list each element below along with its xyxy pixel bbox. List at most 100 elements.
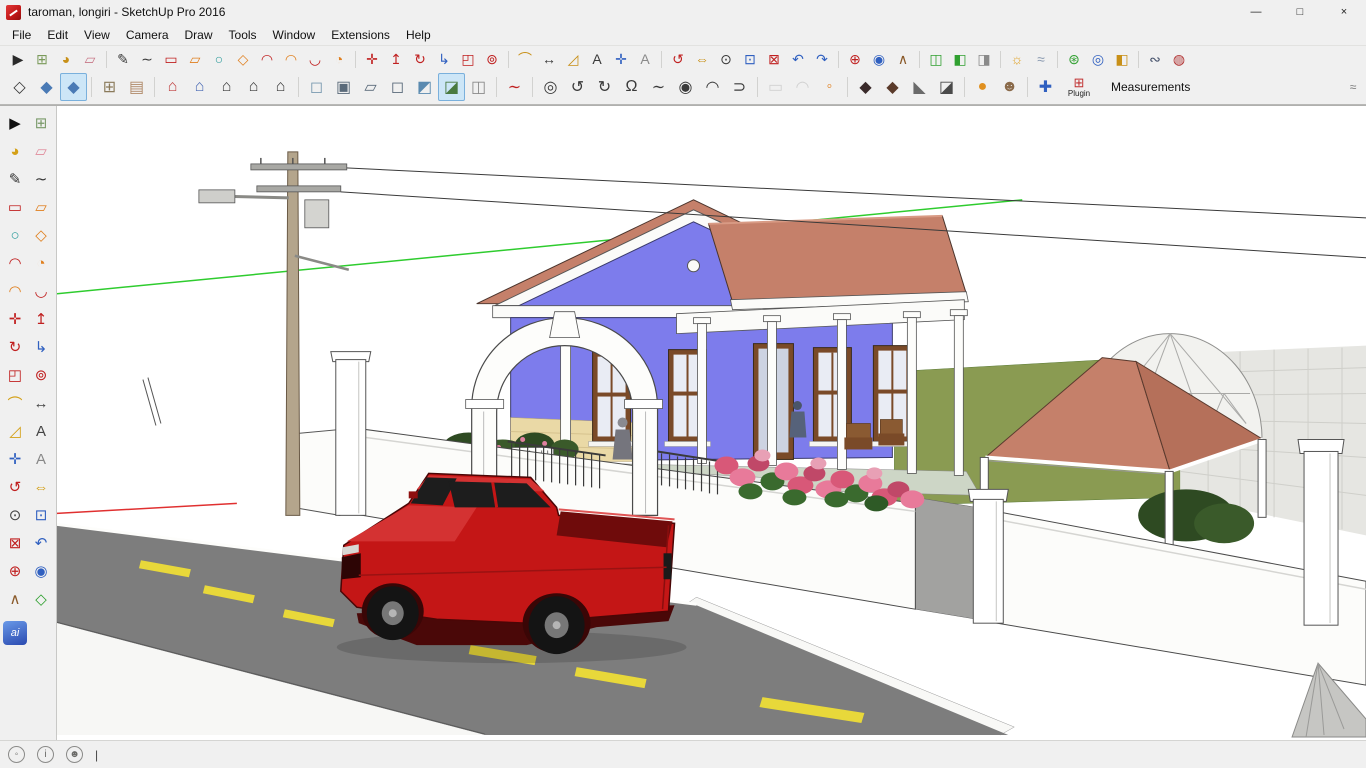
make-component-icon[interactable]: ⊞ — [28, 109, 54, 137]
three-point-arc-icon[interactable]: ◡ — [303, 47, 327, 72]
measurements-flyout-icon[interactable]: ≈ — [1344, 75, 1362, 99]
right-view-icon[interactable]: ⌂ — [240, 73, 267, 101]
pyramid-tool-icon[interactable]: ◣ — [906, 73, 933, 101]
rectangle-tool-icon[interactable]: ▭ — [2, 193, 28, 221]
component-stack-icon[interactable]: ⊞ — [96, 73, 123, 101]
dimension-tool-icon[interactable]: ↔ — [537, 47, 561, 72]
scale-tool-icon[interactable]: ◰ — [2, 361, 28, 389]
push-pull-tool-icon[interactable]: ↥ — [384, 47, 408, 72]
zoom-next-icon[interactable]: ↷ — [810, 47, 834, 72]
tape-measure-icon[interactable]: ⌒ — [2, 389, 28, 417]
move-tool-icon[interactable]: ✛ — [360, 47, 384, 72]
line-tool-icon[interactable]: ✎ — [2, 165, 28, 193]
three-d-text-icon[interactable]: A — [28, 445, 54, 473]
curve-arc-icon[interactable]: ◠ — [699, 73, 726, 101]
add-location-icon[interactable]: ⊛ — [1062, 47, 1086, 72]
circle-tool-icon[interactable]: ○ — [2, 221, 28, 249]
camera-menu[interactable]: Camera — [118, 26, 177, 44]
line-tool-icon[interactable]: ✎ — [111, 47, 135, 72]
solid-arrow-2-icon[interactable]: ◆ — [879, 73, 906, 101]
rotated-rectangle-icon[interactable]: ▱ — [183, 47, 207, 72]
polygon-tool-icon[interactable]: ◇ — [231, 47, 255, 72]
style-swoosh-icon[interactable]: ∾ — [1143, 47, 1167, 72]
freehand-red-icon[interactable]: ∼ — [501, 73, 528, 101]
axes-tool-icon[interactable]: ✛ — [609, 47, 633, 72]
xray-style-icon[interactable]: ◻ — [303, 73, 330, 101]
top-view-icon[interactable]: ⌂ — [186, 73, 213, 101]
make-component-icon[interactable]: ⊞ — [30, 47, 54, 72]
pie-tool-icon[interactable]: ◔ — [28, 249, 54, 277]
paint-bucket-icon[interactable]: ◕ — [2, 137, 28, 165]
view-menu[interactable]: View — [76, 26, 118, 44]
position-camera-icon[interactable]: ⊕ — [843, 47, 867, 72]
position-camera-icon[interactable]: ⊕ — [2, 557, 28, 585]
rotated-rectangle-icon[interactable]: ▱ — [28, 193, 54, 221]
zoom-extents-icon[interactable]: ⊠ — [2, 529, 28, 557]
text-tool-icon[interactable]: A — [28, 417, 54, 445]
extensions-menu[interactable]: Extensions — [323, 26, 398, 44]
curve-ccw-icon[interactable]: ↺ — [564, 73, 591, 101]
orbit-tool-icon[interactable]: ↺ — [666, 47, 690, 72]
rotate-tool-icon[interactable]: ↻ — [2, 333, 28, 361]
window-menu[interactable]: Window — [265, 26, 324, 44]
section-fill-icon[interactable]: ◧ — [948, 47, 972, 72]
file-menu[interactable]: File — [4, 26, 39, 44]
claim-status-icon[interactable]: ◦ — [8, 746, 25, 763]
curve-cw-icon[interactable]: ↻ — [591, 73, 618, 101]
blue-box-active-icon[interactable]: ◆ — [60, 73, 87, 101]
sign-in-status-icon[interactable]: ☻ — [66, 746, 83, 763]
three-point-arc-icon[interactable]: ◡ — [28, 277, 54, 305]
zoom-window-icon[interactable]: ⊡ — [28, 501, 54, 529]
pan-tool-icon[interactable]: ⇔ — [28, 473, 54, 501]
draw-menu[interactable]: Draw — [177, 26, 221, 44]
pie-tool-icon[interactable]: ◔ — [327, 47, 351, 72]
tool-disabled-icon[interactable]: ▭ — [762, 73, 789, 101]
polygon-tool-icon[interactable]: ◇ — [28, 221, 54, 249]
arc-tool-icon[interactable]: ◠ — [2, 249, 28, 277]
plane-tool-icon[interactable]: ◪ — [933, 73, 960, 101]
model-viewport[interactable] — [56, 106, 1366, 740]
edit-menu[interactable]: Edit — [39, 26, 76, 44]
diamond-tool-icon[interactable]: ◇ — [6, 73, 33, 101]
front-view-icon[interactable]: ⌂ — [213, 73, 240, 101]
protractor-tool-icon[interactable]: ◿ — [561, 47, 585, 72]
scale-tool-icon[interactable]: ◰ — [456, 47, 480, 72]
section-display-icon[interactable]: ◨ — [972, 47, 996, 72]
two-point-arc-icon[interactable]: ◠ — [2, 277, 28, 305]
look-around-icon[interactable]: ◉ — [867, 47, 891, 72]
text-tool-icon[interactable]: A — [585, 47, 609, 72]
rectangle-tool-icon[interactable]: ▭ — [159, 47, 183, 72]
dimension-tool-icon[interactable]: ↔ — [28, 389, 54, 417]
look-around-icon[interactable]: ◉ — [28, 557, 54, 585]
arc-tool-icon[interactable]: ◠ — [255, 47, 279, 72]
bezier-tool-icon[interactable]: ◦ — [816, 73, 843, 101]
rotate-tool-icon[interactable]: ↻ — [408, 47, 432, 72]
tools-menu[interactable]: Tools — [221, 26, 265, 44]
iso-view-icon[interactable]: ⌂ — [159, 73, 186, 101]
curve-spiral-icon[interactable]: ◉ — [672, 73, 699, 101]
plugin-blue-icon[interactable]: ✚ — [1032, 73, 1059, 101]
plugin-button[interactable]: ⊞ Plugin — [1061, 72, 1097, 103]
materials-icon[interactable]: ◧ — [1110, 47, 1134, 72]
fog-icon[interactable]: ≈ — [1029, 47, 1053, 72]
curve-omega-icon[interactable]: Ω — [618, 73, 645, 101]
curve-circle-icon[interactable]: ◎ — [537, 73, 564, 101]
shaded-textures-style-icon[interactable]: ◪ — [438, 73, 465, 101]
person-scale-icon[interactable]: ☻ — [996, 73, 1023, 101]
solid-arrow-icon[interactable]: ◆ — [852, 73, 879, 101]
warehouse-icon[interactable]: ◍ — [1167, 47, 1191, 72]
minimize-button[interactable]: — — [1234, 0, 1278, 24]
pan-tool-icon[interactable]: ⇔ — [690, 47, 714, 72]
curve-s-icon[interactable]: ⊃ — [726, 73, 753, 101]
select-tool-icon[interactable]: ▶ — [6, 47, 30, 72]
walk-tool-icon[interactable]: ∧ — [2, 585, 28, 613]
blue-box-tool-icon[interactable]: ◆ — [33, 73, 60, 101]
wireframe-style-icon[interactable]: ▱ — [357, 73, 384, 101]
shadow-orb-icon[interactable]: ● — [969, 73, 996, 101]
monochrome-style-icon[interactable]: ◫ — [465, 73, 492, 101]
close-button[interactable]: × — [1322, 0, 1366, 24]
three-d-text-icon[interactable]: A — [633, 47, 657, 72]
eraser-icon[interactable]: ▱ — [78, 47, 102, 72]
freehand-tool-icon[interactable]: ∼ — [135, 47, 159, 72]
follow-me-tool-icon[interactable]: ↳ — [432, 47, 456, 72]
